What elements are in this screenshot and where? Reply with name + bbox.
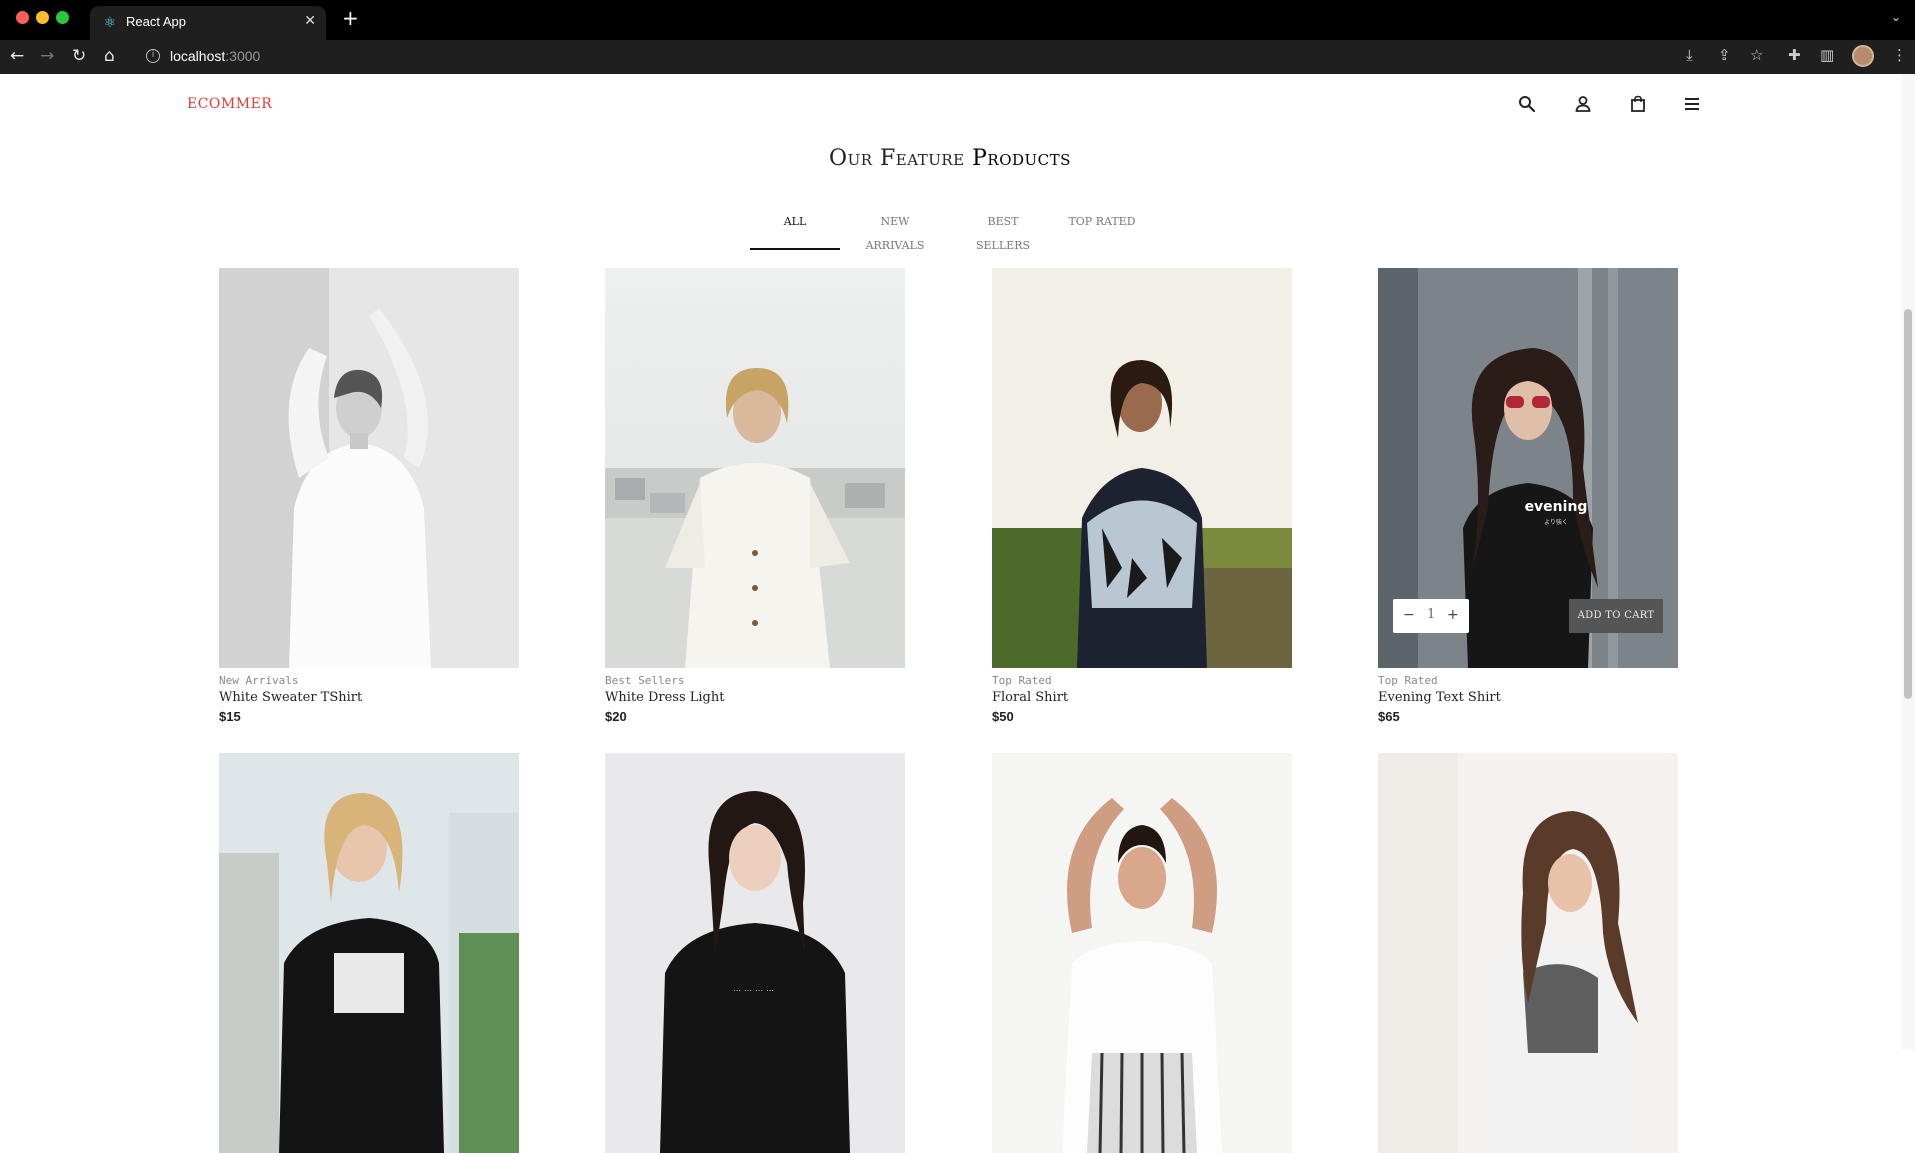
forward-icon[interactable]: → [40,46,54,66]
section-title: Our Feature Products [0,146,1900,171]
product-image[interactable] [992,268,1292,668]
quantity-stepper[interactable]: − 1 + [1393,599,1469,633]
filter-tabs: ALL NEW ARRIVALS BEST SELLERS TOP RATED [0,210,1915,252]
tab-best-sellers[interactable]: BEST SELLERS [962,210,1044,252]
close-tab-icon[interactable]: ✕ [304,13,316,29]
qty-plus-button[interactable]: + [1447,607,1459,623]
home-icon[interactable]: ⌂ [104,46,115,66]
back-icon[interactable]: ← [10,46,24,66]
product-price: $15 [219,709,241,724]
close-window-button[interactable] [16,11,29,24]
product-price: $20 [605,709,627,724]
product-image[interactable] [605,268,905,668]
url-port: :3000 [225,48,261,64]
tab-top-rated[interactable]: TOP RATED [1066,210,1138,250]
qty-minus-button[interactable]: − [1403,607,1415,623]
product-image[interactable] [992,753,1292,1153]
product-category: Best Sellers [605,674,685,687]
account-icon[interactable] [1573,94,1593,114]
browser-tab-bar: ⚛ React App ✕ + ⌄ [0,0,1915,40]
bag-icon[interactable] [1628,94,1648,114]
search-icon[interactable] [1517,94,1537,114]
tab-search-icon[interactable]: ⌄ [1891,10,1901,24]
shirt-print-subtext: より強く [1544,518,1568,526]
browser-menu-icon[interactable]: ⋮ [1892,46,1907,64]
product-name[interactable]: Floral Shirt [992,690,1068,705]
section-title-part2: Products [972,146,1071,171]
minimize-window-button[interactable] [36,11,49,24]
profile-avatar[interactable] [1852,45,1874,67]
scrollbar-thumb[interactable] [1904,309,1912,699]
product-price: $50 [992,709,1014,724]
product-image[interactable]: ⋯⋯⋯⋯ [605,753,905,1153]
add-to-cart-button[interactable]: ADD TO CART [1569,599,1663,633]
product-image[interactable] [219,753,519,1153]
new-tab-button[interactable]: + [342,6,359,30]
url-field[interactable]: localhost:3000 [170,48,260,64]
bookmark-star-icon[interactable]: ☆ [1750,46,1763,64]
product-category: New Arrivals [219,674,299,687]
product-price: $65 [1378,709,1400,724]
tab-title: React App [126,14,186,29]
maximize-window-button[interactable] [56,11,69,24]
site-info-icon[interactable]: i [146,49,160,63]
product-image[interactable] [219,268,519,668]
reload-icon[interactable]: ↻ [72,46,86,66]
share-icon[interactable]: ⇪ [1718,46,1731,64]
url-host: localhost [170,48,226,64]
page-content: ECOMMER Our Feature Products ALL NEW ARR… [0,74,1915,1153]
product-category: Top Rated [1378,674,1438,687]
install-app-icon[interactable]: ⤓ [1686,46,1693,64]
menu-icon[interactable] [1682,94,1702,114]
product-image[interactable] [1378,753,1678,1153]
tab-new-arrivals[interactable]: NEW ARRIVALS [852,210,938,252]
product-name[interactable]: Evening Text Shirt [1378,690,1501,705]
address-bar: ← → ↻ ⌂ i localhost:3000 ⤓ ⇪ ☆ ✚ ▥ ⋮ [0,40,1915,74]
extensions-icon[interactable]: ✚ [1788,46,1801,64]
browser-tab[interactable]: ⚛ React App ✕ [90,6,326,40]
product-name[interactable]: White Dress Light [605,690,724,705]
shirt-print-text: evening [1525,499,1588,515]
scrollbar[interactable] [1901,74,1915,1050]
product-category: Top Rated [992,674,1052,687]
product-name[interactable]: White Sweater TShirt [219,690,362,705]
section-title-part1: Our Feature [829,146,965,171]
svg-text:⋯⋯⋯⋯: ⋯⋯⋯⋯ [733,986,777,995]
qty-value[interactable]: 1 [1427,607,1435,622]
side-panel-icon[interactable]: ▥ [1820,46,1834,64]
react-icon: ⚛ [103,15,117,31]
tab-all[interactable]: ALL [750,210,840,250]
brand-logo[interactable]: ECOMMER [187,96,272,112]
